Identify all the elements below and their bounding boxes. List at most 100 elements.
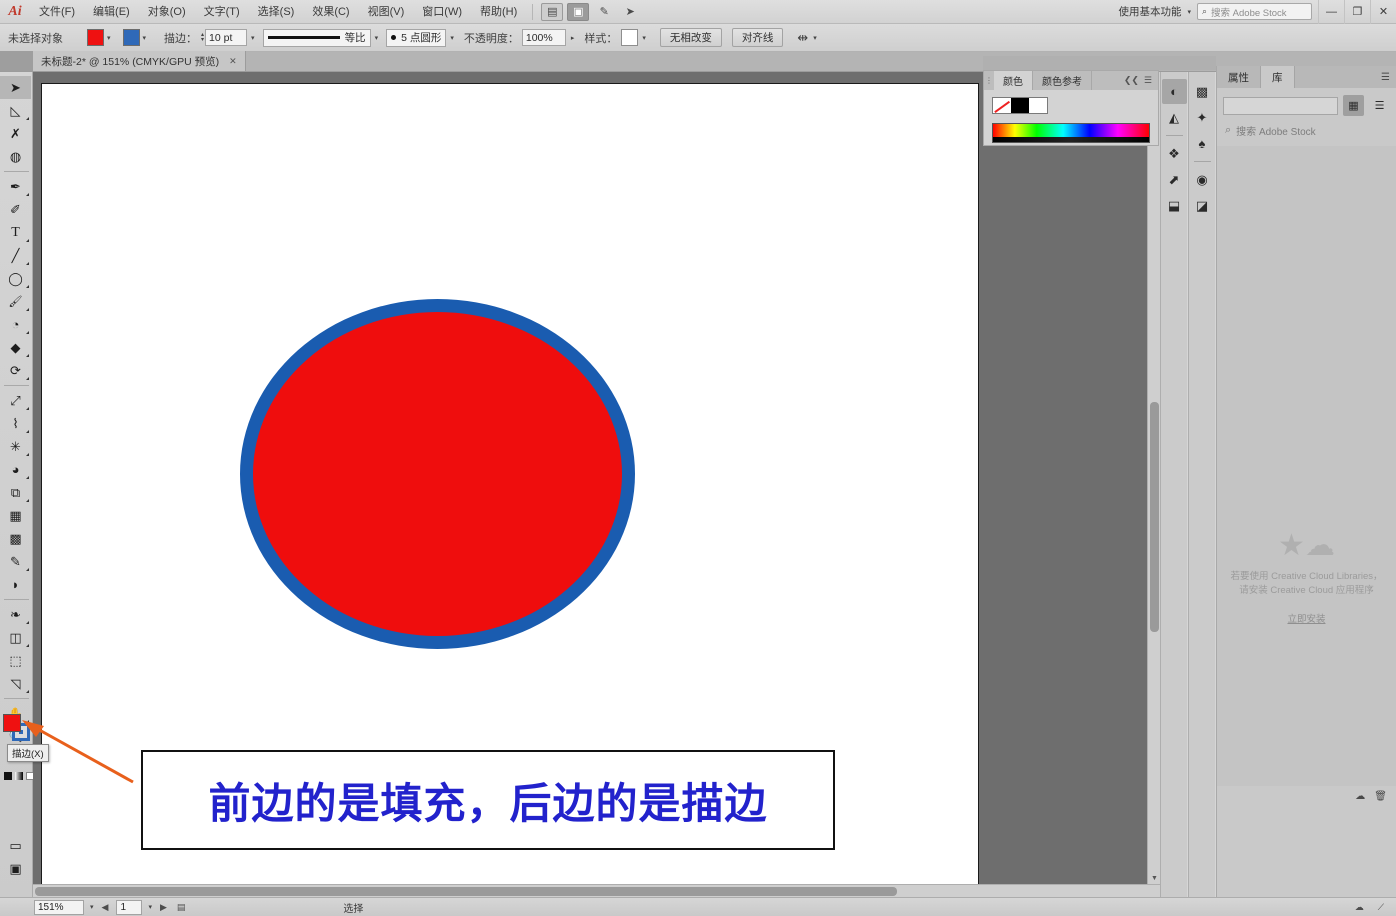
- color-mode-icon[interactable]: [4, 772, 12, 780]
- chevron-down-icon[interactable]: ▾: [107, 34, 111, 42]
- color-spectrum-ramp[interactable]: [992, 123, 1150, 143]
- chevron-down-icon[interactable]: ▾: [148, 903, 152, 911]
- slice-tool[interactable]: ◹: [0, 672, 31, 695]
- fill-swatch-group[interactable]: ▾: [87, 29, 111, 46]
- symbols-panel-icon[interactable]: ♠: [1190, 131, 1215, 156]
- artboard[interactable]: 前边的是填充，后边的是描边: [41, 83, 979, 886]
- canvas-vertical-scrollbar[interactable]: ▲ ▼: [1147, 72, 1160, 884]
- chevron-down-icon[interactable]: ▾: [1187, 8, 1191, 16]
- brushes-panel-icon[interactable]: ✦: [1190, 105, 1215, 130]
- chevron-down-icon[interactable]: ▾: [375, 34, 379, 42]
- share-icon[interactable]: ➤: [619, 3, 641, 21]
- tab-libraries[interactable]: 库: [1261, 66, 1295, 88]
- panel-grip-icon[interactable]: ⋮: [984, 71, 994, 90]
- stroke-swatch[interactable]: [122, 29, 140, 46]
- mesh-tool[interactable]: ▦: [0, 504, 31, 527]
- style-swatch[interactable]: [621, 29, 639, 46]
- grid-view-icon[interactable]: ▦: [1343, 95, 1364, 116]
- artboard-tool[interactable]: ⬚: [0, 649, 31, 672]
- list-view-icon[interactable]: ☰: [1369, 95, 1390, 116]
- chevron-down-icon[interactable]: ▾: [251, 34, 255, 42]
- rotate-tool[interactable]: ⟳: [0, 359, 31, 382]
- screen-mode-tool[interactable]: ▣: [0, 857, 31, 880]
- scrollbar-thumb[interactable]: [35, 887, 897, 896]
- document-tab[interactable]: 未标题-2* @ 151% (CMYK/GPU 预览) ✕: [33, 51, 246, 71]
- tab-properties[interactable]: 属性: [1217, 66, 1261, 88]
- menu-help[interactable]: 帮助(H): [471, 0, 526, 24]
- close-button[interactable]: ✕: [1370, 0, 1396, 24]
- fill-swatch[interactable]: [87, 29, 104, 46]
- opacity-input[interactable]: 100%: [521, 29, 566, 46]
- chevron-down-icon[interactable]: ▾: [642, 34, 646, 42]
- stroke-weight-stepper[interactable]: ▴ ▾: [201, 32, 204, 43]
- column-graph-tool[interactable]: ◫: [0, 626, 31, 649]
- chevron-down-icon[interactable]: ▾: [143, 34, 147, 42]
- first-artboard-icon[interactable]: ◀: [100, 902, 111, 913]
- magic-wand-tool[interactable]: ✗: [0, 122, 31, 145]
- shape-builder-tool[interactable]: ◕: [0, 458, 31, 481]
- layers-panel-icon[interactable]: ❖: [1162, 141, 1187, 166]
- new-library-icon[interactable]: ☁: [1355, 791, 1365, 802]
- black-swatch[interactable]: [1011, 98, 1029, 113]
- brush-definition-combo[interactable]: 5 点圆形: [386, 28, 447, 47]
- brush-settings-icon[interactable]: ✎: [593, 3, 615, 21]
- drawing-mode-icon[interactable]: ▭: [0, 834, 31, 857]
- annotation-textbox[interactable]: 前边的是填充，后边的是描边: [141, 750, 835, 850]
- menu-type[interactable]: 文字(T): [195, 0, 249, 24]
- stroke-swatch-group[interactable]: ▾: [122, 29, 147, 46]
- menu-view[interactable]: 视图(V): [359, 0, 414, 24]
- menu-edit[interactable]: 编辑(E): [84, 0, 139, 24]
- pen-tool[interactable]: ✒: [0, 175, 31, 198]
- maximize-button[interactable]: ❐: [1344, 0, 1370, 24]
- libraries-search-row[interactable]: ⌕ 搜索 Adobe Stock: [1217, 123, 1396, 146]
- canvas-horizontal-scrollbar[interactable]: [33, 884, 1160, 897]
- direct-selection-tool[interactable]: ◺: [0, 99, 31, 122]
- transform-button[interactable]: 无相改变: [659, 28, 722, 47]
- chevron-down-icon[interactable]: ▾: [90, 903, 94, 911]
- color-panel-icon[interactable]: ◐: [1161, 79, 1187, 104]
- last-artboard-icon[interactable]: ▶: [158, 902, 169, 913]
- curvature-tool[interactable]: ✐: [0, 198, 31, 221]
- tab-color-guide[interactable]: 颜色参考: [1033, 71, 1092, 90]
- selection-tool[interactable]: ➤: [0, 76, 31, 99]
- gradient-tool[interactable]: ▩: [0, 527, 31, 550]
- cloud-sync-icon[interactable]: ☁: [1353, 902, 1366, 913]
- stroke-weight-input[interactable]: 10 pt: [205, 29, 248, 46]
- symbol-sprayer-tool[interactable]: ❧: [0, 603, 31, 626]
- ellipse-tool[interactable]: ◯: [0, 267, 31, 290]
- white-swatch[interactable]: [1029, 98, 1047, 113]
- install-link[interactable]: 立即安装: [1217, 611, 1396, 625]
- zoom-level-input[interactable]: 151%: [34, 899, 84, 915]
- panel-menu-icon[interactable]: ☰: [1381, 66, 1396, 88]
- artboard-navigation-icon[interactable]: ▤: [175, 902, 188, 913]
- line-segment-tool[interactable]: ╱: [0, 244, 31, 267]
- stroke-profile-combo[interactable]: 等比: [262, 28, 371, 47]
- library-name-input[interactable]: [1223, 96, 1338, 115]
- screen-mode-icon[interactable]: ▣: [567, 2, 590, 21]
- color-panel[interactable]: ⋮ 颜色 颜色参考 ❮❮ ☰: [983, 70, 1159, 146]
- eraser-tool[interactable]: ◆: [0, 336, 31, 359]
- canvas-area[interactable]: 前边的是填充，后边的是描边 ▲ ▼: [33, 72, 1160, 897]
- menu-select[interactable]: 选择(S): [249, 0, 304, 24]
- fill-indicator-swatch[interactable]: [3, 714, 21, 732]
- chevron-down-icon[interactable]: ▾: [450, 34, 454, 42]
- gradient-mode-icon[interactable]: [15, 772, 23, 780]
- arrange-documents-icon[interactable]: ▤: [541, 2, 564, 21]
- chevron-down-icon[interactable]: ▾: [813, 34, 817, 42]
- type-tool[interactable]: T: [0, 221, 31, 244]
- links-panel-icon[interactable]: ⬈: [1162, 167, 1187, 192]
- minimize-button[interactable]: —: [1318, 0, 1344, 24]
- lasso-tool[interactable]: ◍: [0, 145, 31, 168]
- none-swatch[interactable]: [993, 98, 1011, 113]
- shaper-tool[interactable]: ◔: [0, 313, 31, 336]
- close-icon[interactable]: ✕: [229, 56, 237, 67]
- fill-stroke-widget[interactable]: [3, 714, 33, 744]
- perspective-grid-tool[interactable]: ⧉: [0, 481, 31, 504]
- swatches-panel-icon[interactable]: ▩: [1190, 79, 1215, 104]
- paintbrush-tool[interactable]: 🖌: [0, 290, 31, 313]
- color-guide-icon[interactable]: ◭: [1162, 105, 1187, 130]
- scale-tool[interactable]: ⤢: [0, 389, 31, 412]
- menu-window[interactable]: 窗口(W): [413, 0, 471, 24]
- menu-object[interactable]: 对象(O): [139, 0, 195, 24]
- blend-tool[interactable]: ◗: [0, 573, 31, 596]
